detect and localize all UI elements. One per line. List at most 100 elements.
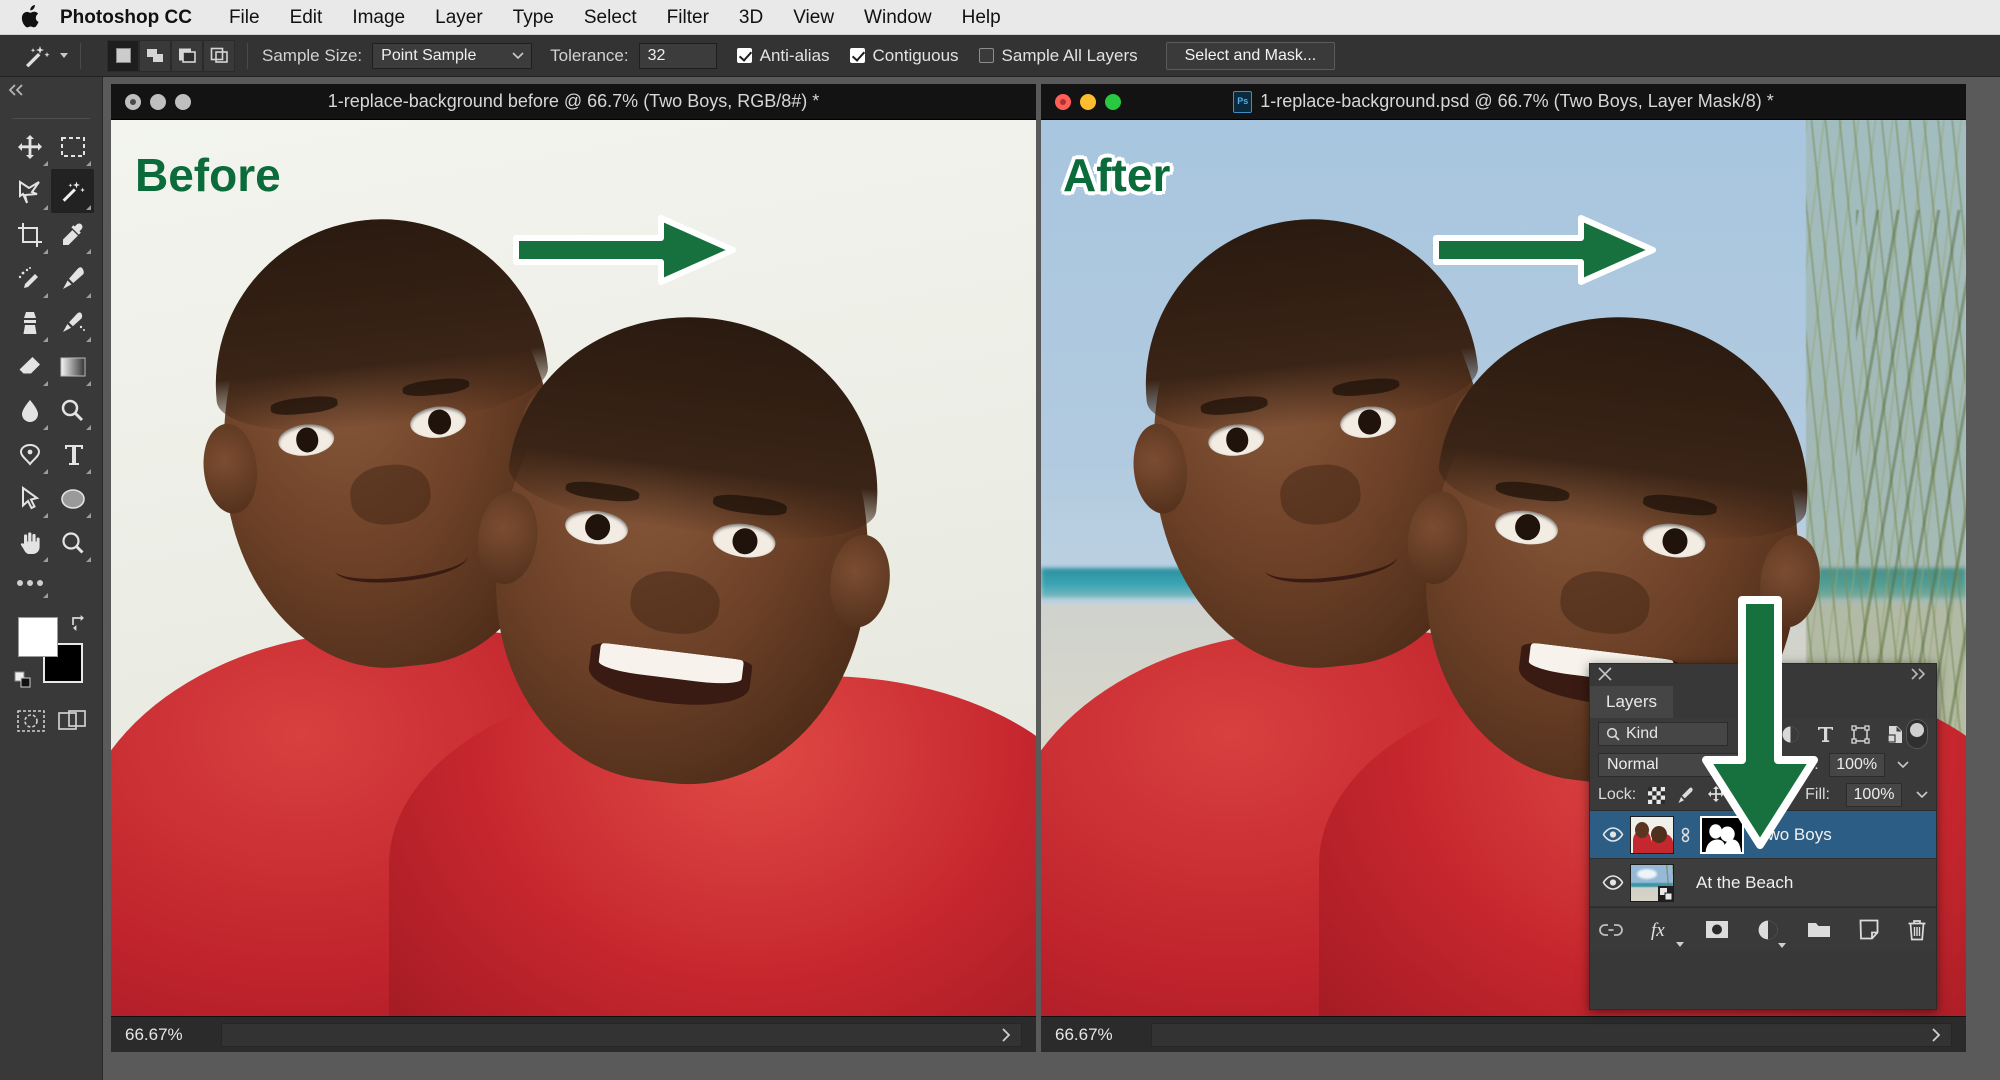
menu-item-file[interactable]: File	[214, 0, 275, 35]
rectangular-marquee-tool[interactable]	[51, 125, 94, 169]
lasso-tool[interactable]	[8, 169, 51, 213]
minimize-window-button[interactable]	[1080, 93, 1096, 110]
add-layer-mask-icon[interactable]	[1705, 920, 1729, 939]
new-selection-button[interactable]	[107, 39, 139, 72]
active-tool-preset-picker[interactable]	[22, 43, 68, 69]
tool-expand-triangle	[43, 249, 48, 254]
opacity-input[interactable]: 100%	[1828, 753, 1885, 777]
hand-tool[interactable]	[8, 521, 51, 565]
anti-alias-check-icon	[736, 48, 752, 63]
sample-all-layers-checkbox[interactable]: Sample All Layers	[978, 46, 1138, 66]
eyedropper-tool[interactable]	[51, 213, 94, 257]
tolerance-input[interactable]: 32	[638, 42, 717, 69]
blur-tool[interactable]	[8, 389, 51, 433]
anti-alias-checkbox[interactable]: Anti-alias	[736, 46, 830, 66]
opacity-chevron-icon[interactable]	[1897, 761, 1909, 769]
sample-size-value: Point Sample	[381, 46, 477, 64]
menu-item-layer[interactable]: Layer	[420, 0, 498, 35]
apple-logo-icon[interactable]	[20, 5, 40, 29]
zoom-tool[interactable]	[51, 521, 94, 565]
boy-left-nose	[1277, 460, 1364, 528]
layer-thumbnail-at-the-beach[interactable]	[1630, 863, 1674, 902]
move-tool[interactable]	[8, 125, 51, 169]
intersect-with-selection-button[interactable]	[203, 39, 235, 72]
clone-stamp-tool[interactable]	[8, 301, 51, 345]
menu-item-image[interactable]: Image	[337, 0, 420, 35]
contiguous-checkbox[interactable]: Contiguous	[849, 46, 959, 66]
healing-brush-tool[interactable]	[8, 257, 51, 301]
edit-toolbar-button[interactable]	[8, 565, 51, 601]
menu-app-title[interactable]: Photoshop CC	[60, 0, 214, 35]
layer-thumbnail-two-boys[interactable]	[1630, 815, 1674, 854]
fill-input[interactable]: 100%	[1846, 783, 1902, 807]
new-adjustment-layer-icon[interactable]	[1757, 919, 1786, 948]
window-controls-before	[125, 93, 191, 110]
menu-item-type[interactable]: Type	[498, 0, 569, 35]
ellipse-tool[interactable]	[51, 477, 94, 521]
lock-transparent-pixels-icon[interactable]	[1648, 786, 1666, 804]
screen-mode-icon[interactable]	[57, 709, 86, 733]
close-window-button[interactable]	[1055, 93, 1071, 110]
new-group-icon[interactable]	[1807, 920, 1831, 939]
menu-item-edit[interactable]: Edit	[275, 0, 338, 35]
swap-colors-icon[interactable]	[70, 613, 88, 631]
menu-item-view[interactable]: View	[778, 0, 849, 35]
layer-visibility-toggle[interactable]	[1596, 875, 1630, 890]
menu-item-3d[interactable]: 3D	[724, 0, 778, 35]
dodge-tool[interactable]	[51, 389, 94, 433]
pen-tool[interactable]	[8, 433, 51, 477]
path-selection-tool[interactable]	[8, 477, 51, 521]
menu-item-filter[interactable]: Filter	[652, 0, 724, 35]
gradient-tool[interactable]	[51, 345, 94, 389]
svg-text:fx: fx	[1651, 920, 1665, 940]
default-colors-icon[interactable]	[14, 671, 32, 689]
smart-object-filter-icon[interactable]	[1886, 725, 1905, 744]
filter-enable-toggle[interactable]	[1906, 719, 1928, 749]
document-titlebar-before[interactable]: 1-replace-background before @ 66.7% (Two…	[111, 84, 1036, 120]
magic-wand-tool[interactable]	[51, 169, 94, 213]
link-layers-icon[interactable]	[1599, 922, 1623, 938]
menu-item-window[interactable]: Window	[849, 0, 947, 35]
layer-row-at-the-beach[interactable]: At the Beach	[1590, 859, 1936, 907]
boy-right-ear-right	[824, 531, 895, 631]
tools-collapse-button[interactable]	[0, 77, 102, 103]
add-to-selection-button[interactable]	[139, 39, 171, 72]
quick-mask-icon[interactable]	[16, 709, 45, 733]
right-arrow-after-icon	[1431, 210, 1661, 290]
layer-visibility-toggle[interactable]	[1596, 827, 1630, 842]
history-brush-tool[interactable]	[51, 301, 94, 345]
down-arrow-layers-icon	[1690, 595, 1830, 855]
maximize-window-button[interactable]	[175, 93, 191, 110]
eraser-tool[interactable]	[8, 345, 51, 389]
shape-layer-filter-icon[interactable]	[1851, 724, 1870, 744]
options-separator-2	[247, 42, 248, 69]
minimize-window-button[interactable]	[150, 93, 166, 110]
delete-layer-icon[interactable]	[1907, 919, 1927, 941]
menu-item-select[interactable]: Select	[569, 0, 652, 35]
status-info-field-before[interactable]	[221, 1022, 1022, 1047]
tool-expand-triangle	[43, 425, 48, 430]
type-tool[interactable]	[51, 433, 94, 477]
close-icon[interactable]	[1598, 667, 1612, 681]
tolerance-value: 32	[647, 46, 666, 64]
crop-tool[interactable]	[8, 213, 51, 257]
maximize-window-button[interactable]	[1105, 93, 1121, 110]
tools-grid	[0, 125, 102, 601]
double-chevron-right-icon[interactable]	[1908, 668, 1926, 680]
select-and-mask-button[interactable]: Select and Mask...	[1165, 41, 1336, 70]
close-window-button[interactable]	[125, 93, 141, 110]
foreground-color-swatch[interactable]	[18, 617, 58, 657]
tool-expand-triangle	[86, 557, 91, 562]
status-info-field-after[interactable]	[1151, 1022, 1952, 1047]
sample-size-select[interactable]: Point Sample	[372, 42, 533, 69]
canvas-before[interactable]: Before	[111, 120, 1036, 1016]
subtract-from-selection-button[interactable]	[171, 39, 203, 72]
layer-style-fx-icon[interactable]: fx	[1651, 920, 1684, 947]
smart-object-badge	[1656, 884, 1673, 901]
fill-chevron-icon[interactable]	[1916, 791, 1928, 799]
menu-item-help[interactable]: Help	[947, 0, 1016, 35]
tab-layers[interactable]: Layers	[1590, 686, 1674, 718]
document-titlebar-after[interactable]: Ps 1-replace-background.psd @ 66.7% (Two…	[1041, 84, 1966, 120]
brush-tool[interactable]	[51, 257, 94, 301]
new-layer-icon[interactable]	[1859, 919, 1879, 940]
